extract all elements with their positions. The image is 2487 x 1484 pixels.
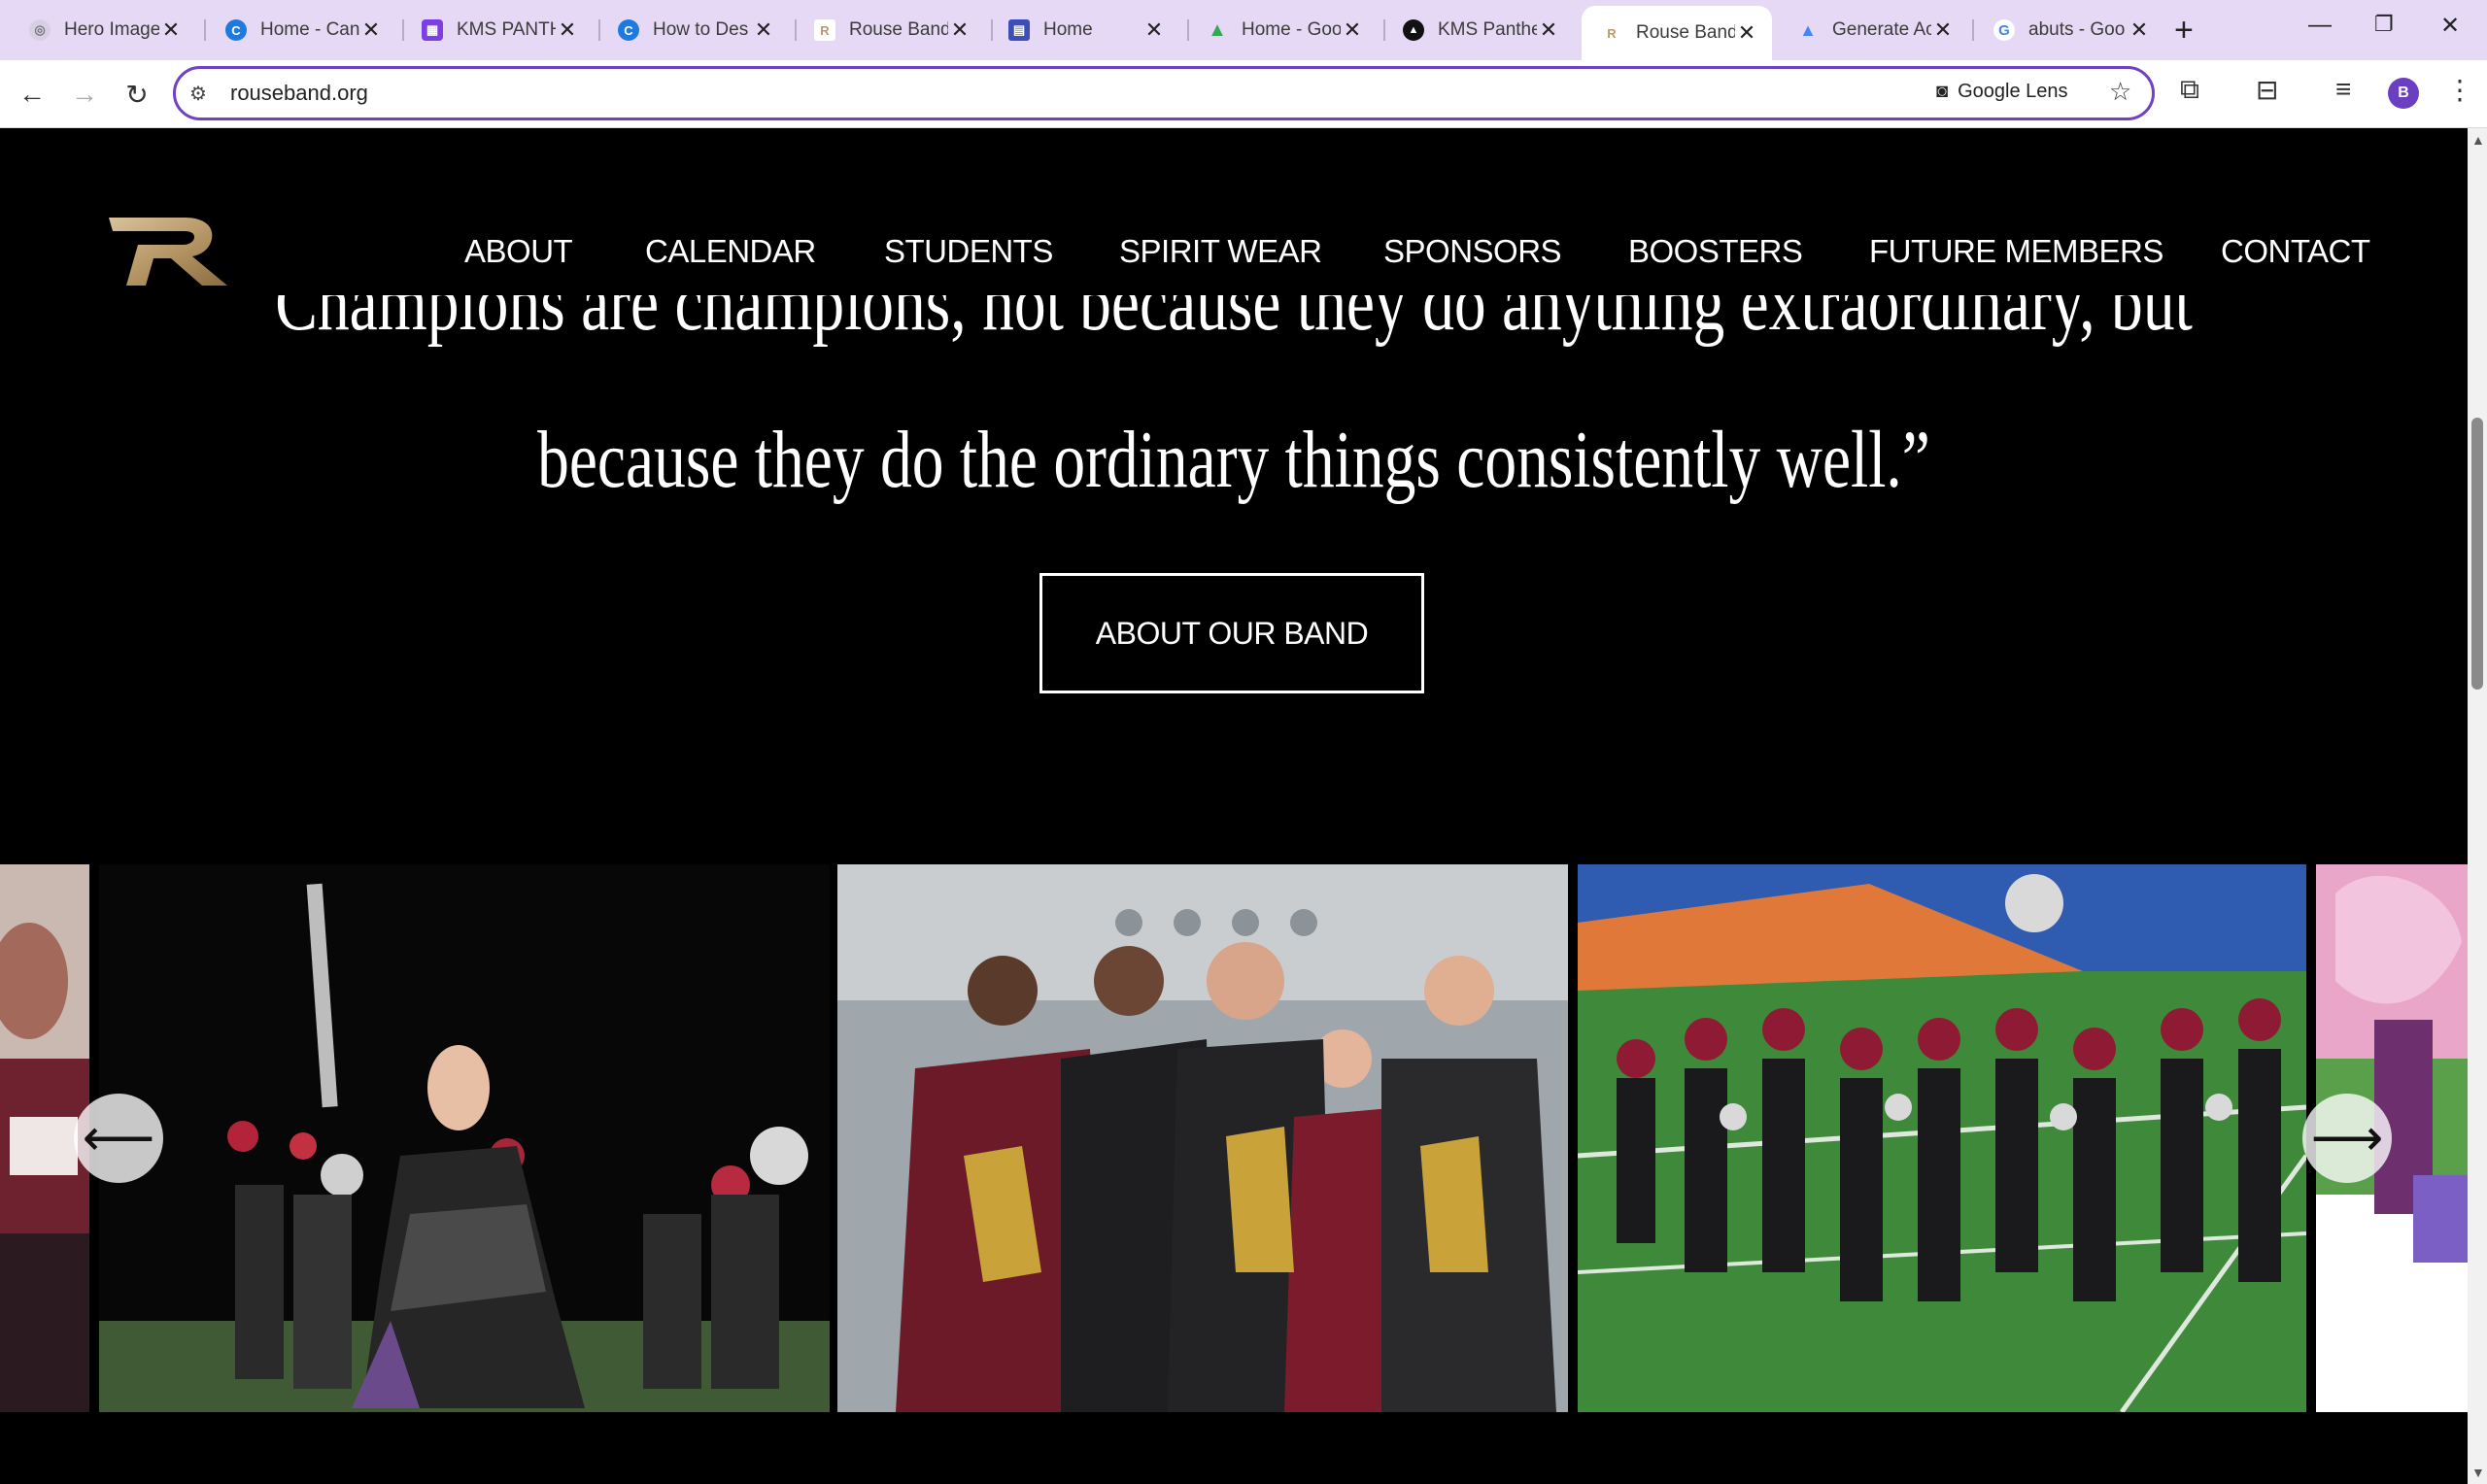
nav-about[interactable]: ABOUT <box>464 233 573 270</box>
google-ads-icon: ▲ <box>1799 19 1817 40</box>
google-lens-button[interactable]: ◙ Google Lens <box>1936 81 2068 103</box>
tab-title: KMS PANTH <box>457 19 556 40</box>
close-tab-icon[interactable]: ✕ <box>2128 17 2151 43</box>
triangle-app-icon: ▲ <box>1403 19 1424 41</box>
google-lens-label: Google Lens <box>1958 81 2068 102</box>
nav-students[interactable]: STUDENTS <box>884 233 1053 270</box>
media-controls-icon[interactable]: ≡ <box>2335 74 2351 105</box>
photo-carousel <box>0 864 2468 1412</box>
scrollbar-thumb[interactable] <box>2471 418 2483 690</box>
carousel-slide-field[interactable] <box>1578 864 2306 1412</box>
close-tab-icon[interactable]: ✕ <box>1931 17 1955 43</box>
restore-window-icon[interactable]: ❐ <box>2374 12 2394 37</box>
reload-icon[interactable]: ↻ <box>119 76 155 113</box>
site-info-icon[interactable]: ⚙ <box>189 82 213 105</box>
url-text[interactable]: rouseband.org <box>230 81 368 106</box>
rouse-band-logo[interactable] <box>107 216 227 287</box>
rouse-logo-icon: R <box>814 19 835 41</box>
calendar-app-icon: ▦ <box>422 19 443 41</box>
scroll-down-icon[interactable]: ▼ <box>2471 1465 2485 1480</box>
close-window-icon[interactable]: ✕ <box>2440 12 2460 40</box>
carousel-slide-color-guard[interactable] <box>99 864 830 1412</box>
tab-kms-panthers-2[interactable]: ▲ KMS Panthe ✕ <box>1383 8 1574 52</box>
minimize-icon[interactable]: — <box>2308 12 2332 39</box>
carousel-slide-group[interactable] <box>837 864 1568 1412</box>
forms-icon: ▤ <box>1008 19 1030 41</box>
nav-calendar[interactable]: CALENDAR <box>645 233 816 270</box>
tab-title: KMS Panthe <box>1438 19 1537 40</box>
tab-title: Home - Can <box>260 19 359 40</box>
bookmark-star-icon[interactable]: ☆ <box>2109 77 2131 107</box>
nav-future-members[interactable]: FUTURE MEMBERS <box>1869 233 2163 270</box>
nav-boosters[interactable]: BOOSTERS <box>1628 233 1803 270</box>
google-drive-icon: ▲ <box>1208 18 1227 41</box>
close-tab-icon[interactable]: ✕ <box>752 17 775 43</box>
lens-icon: ◙ <box>1936 81 1949 102</box>
close-tab-icon[interactable]: ✕ <box>359 17 383 43</box>
menu-kebab-icon[interactable]: ⋮ <box>2446 74 2473 106</box>
google-icon: G <box>1993 19 2015 41</box>
quote-line-1: Champions are champions, not because the… <box>0 295 2468 348</box>
browser-toolbar: ← → ↻ ⚙ rouseband.org ◙ Google Lens ☆ ⧉ … <box>0 60 2487 128</box>
carousel-prev-arrow-icon[interactable]: ⟵ <box>74 1094 163 1183</box>
address-bar[interactable]: ⚙ rouseband.org ◙ Google Lens ☆ <box>173 66 2155 120</box>
tab-title: Generate Ac <box>1832 19 1931 40</box>
tab-how-to-design[interactable]: C How to Des ✕ <box>598 8 789 52</box>
scroll-up-icon[interactable]: ▲ <box>2471 132 2485 148</box>
close-tab-icon[interactable]: ✕ <box>1142 17 1166 43</box>
close-tab-icon[interactable]: ✕ <box>1341 17 1364 43</box>
nav-sponsors[interactable]: SPONSORS <box>1383 233 1562 270</box>
extensions-icon[interactable]: ⧉ <box>2180 74 2199 106</box>
nav-spirit-wear[interactable]: SPIRIT WEAR <box>1119 233 1322 270</box>
canva-icon: C <box>618 19 639 41</box>
tab-title: Rouse Band <box>1636 22 1735 43</box>
tab-google-search[interactable]: G abuts - Goo ✕ <box>1974 8 2164 52</box>
close-tab-icon[interactable]: ✕ <box>1735 20 1758 46</box>
back-icon[interactable]: ← <box>14 76 51 113</box>
openai-icon: ◎ <box>29 19 51 41</box>
tab-home-canva[interactable]: C Home - Can ✕ <box>206 8 396 52</box>
tab-kms-panthers[interactable]: ▦ KMS PANTH ✕ <box>402 8 593 52</box>
about-our-band-button[interactable]: ABOUT OUR BAND <box>1039 573 1424 693</box>
tab-home-drive[interactable]: ▲ Home - Goo ✕ <box>1187 8 1378 52</box>
page-scrollbar[interactable] <box>2468 128 2487 1484</box>
close-tab-icon[interactable]: ✕ <box>159 17 183 43</box>
profile-avatar[interactable]: B <box>2388 78 2419 109</box>
tab-rouse-band[interactable]: R Rouse Band ✕ <box>795 8 985 52</box>
marching-band-on-field-photo <box>1578 864 2306 1412</box>
quote-line-2: because they do the ordinary things cons… <box>537 415 1930 505</box>
tab-rouse-band-active[interactable]: R Rouse Band ✕ <box>1582 6 1772 60</box>
tab-title: abuts - Goo <box>2028 19 2126 40</box>
close-tab-icon[interactable]: ✕ <box>948 17 971 43</box>
forward-icon[interactable]: → <box>66 76 103 113</box>
rouse-logo-icon: R <box>1601 22 1622 44</box>
tab-generate-ads[interactable]: ▲ Generate Ac ✕ <box>1778 8 1968 52</box>
canva-icon: C <box>225 19 247 41</box>
carousel-next-arrow-icon[interactable]: ⟶ <box>2302 1094 2392 1183</box>
nav-contact[interactable]: CONTACT <box>2221 233 2370 270</box>
tab-title: Home <box>1043 19 1093 40</box>
close-tab-icon[interactable]: ✕ <box>1537 17 1560 43</box>
color-guard-performer-with-rifle-photo <box>99 864 830 1412</box>
close-tab-icon[interactable]: ✕ <box>556 17 579 43</box>
new-tab-icon[interactable]: + <box>2174 12 2194 50</box>
band-members-group-photo <box>837 864 1568 1412</box>
tab-title: Home - Goo <box>1242 19 1341 40</box>
tab-strip: ◎ Hero Image ✕ C Home - Can ✕ ▦ KMS PANT… <box>0 0 2487 60</box>
tab-home-forms[interactable]: ▤ Home ✕ <box>989 8 1179 52</box>
tab-search-icon[interactable]: ⊟ <box>2256 74 2278 106</box>
tab-title: How to Des <box>653 19 749 40</box>
tab-hero-image[interactable]: ◎ Hero Image ✕ <box>10 8 196 52</box>
tab-title: Hero Image <box>64 19 159 40</box>
quote-text-1: Champions are champions, not because the… <box>275 295 2193 348</box>
tab-title: Rouse Band <box>849 19 948 40</box>
web-page: ABOUT CALENDAR STUDENTS SPIRIT WEAR SPON… <box>0 128 2468 1484</box>
